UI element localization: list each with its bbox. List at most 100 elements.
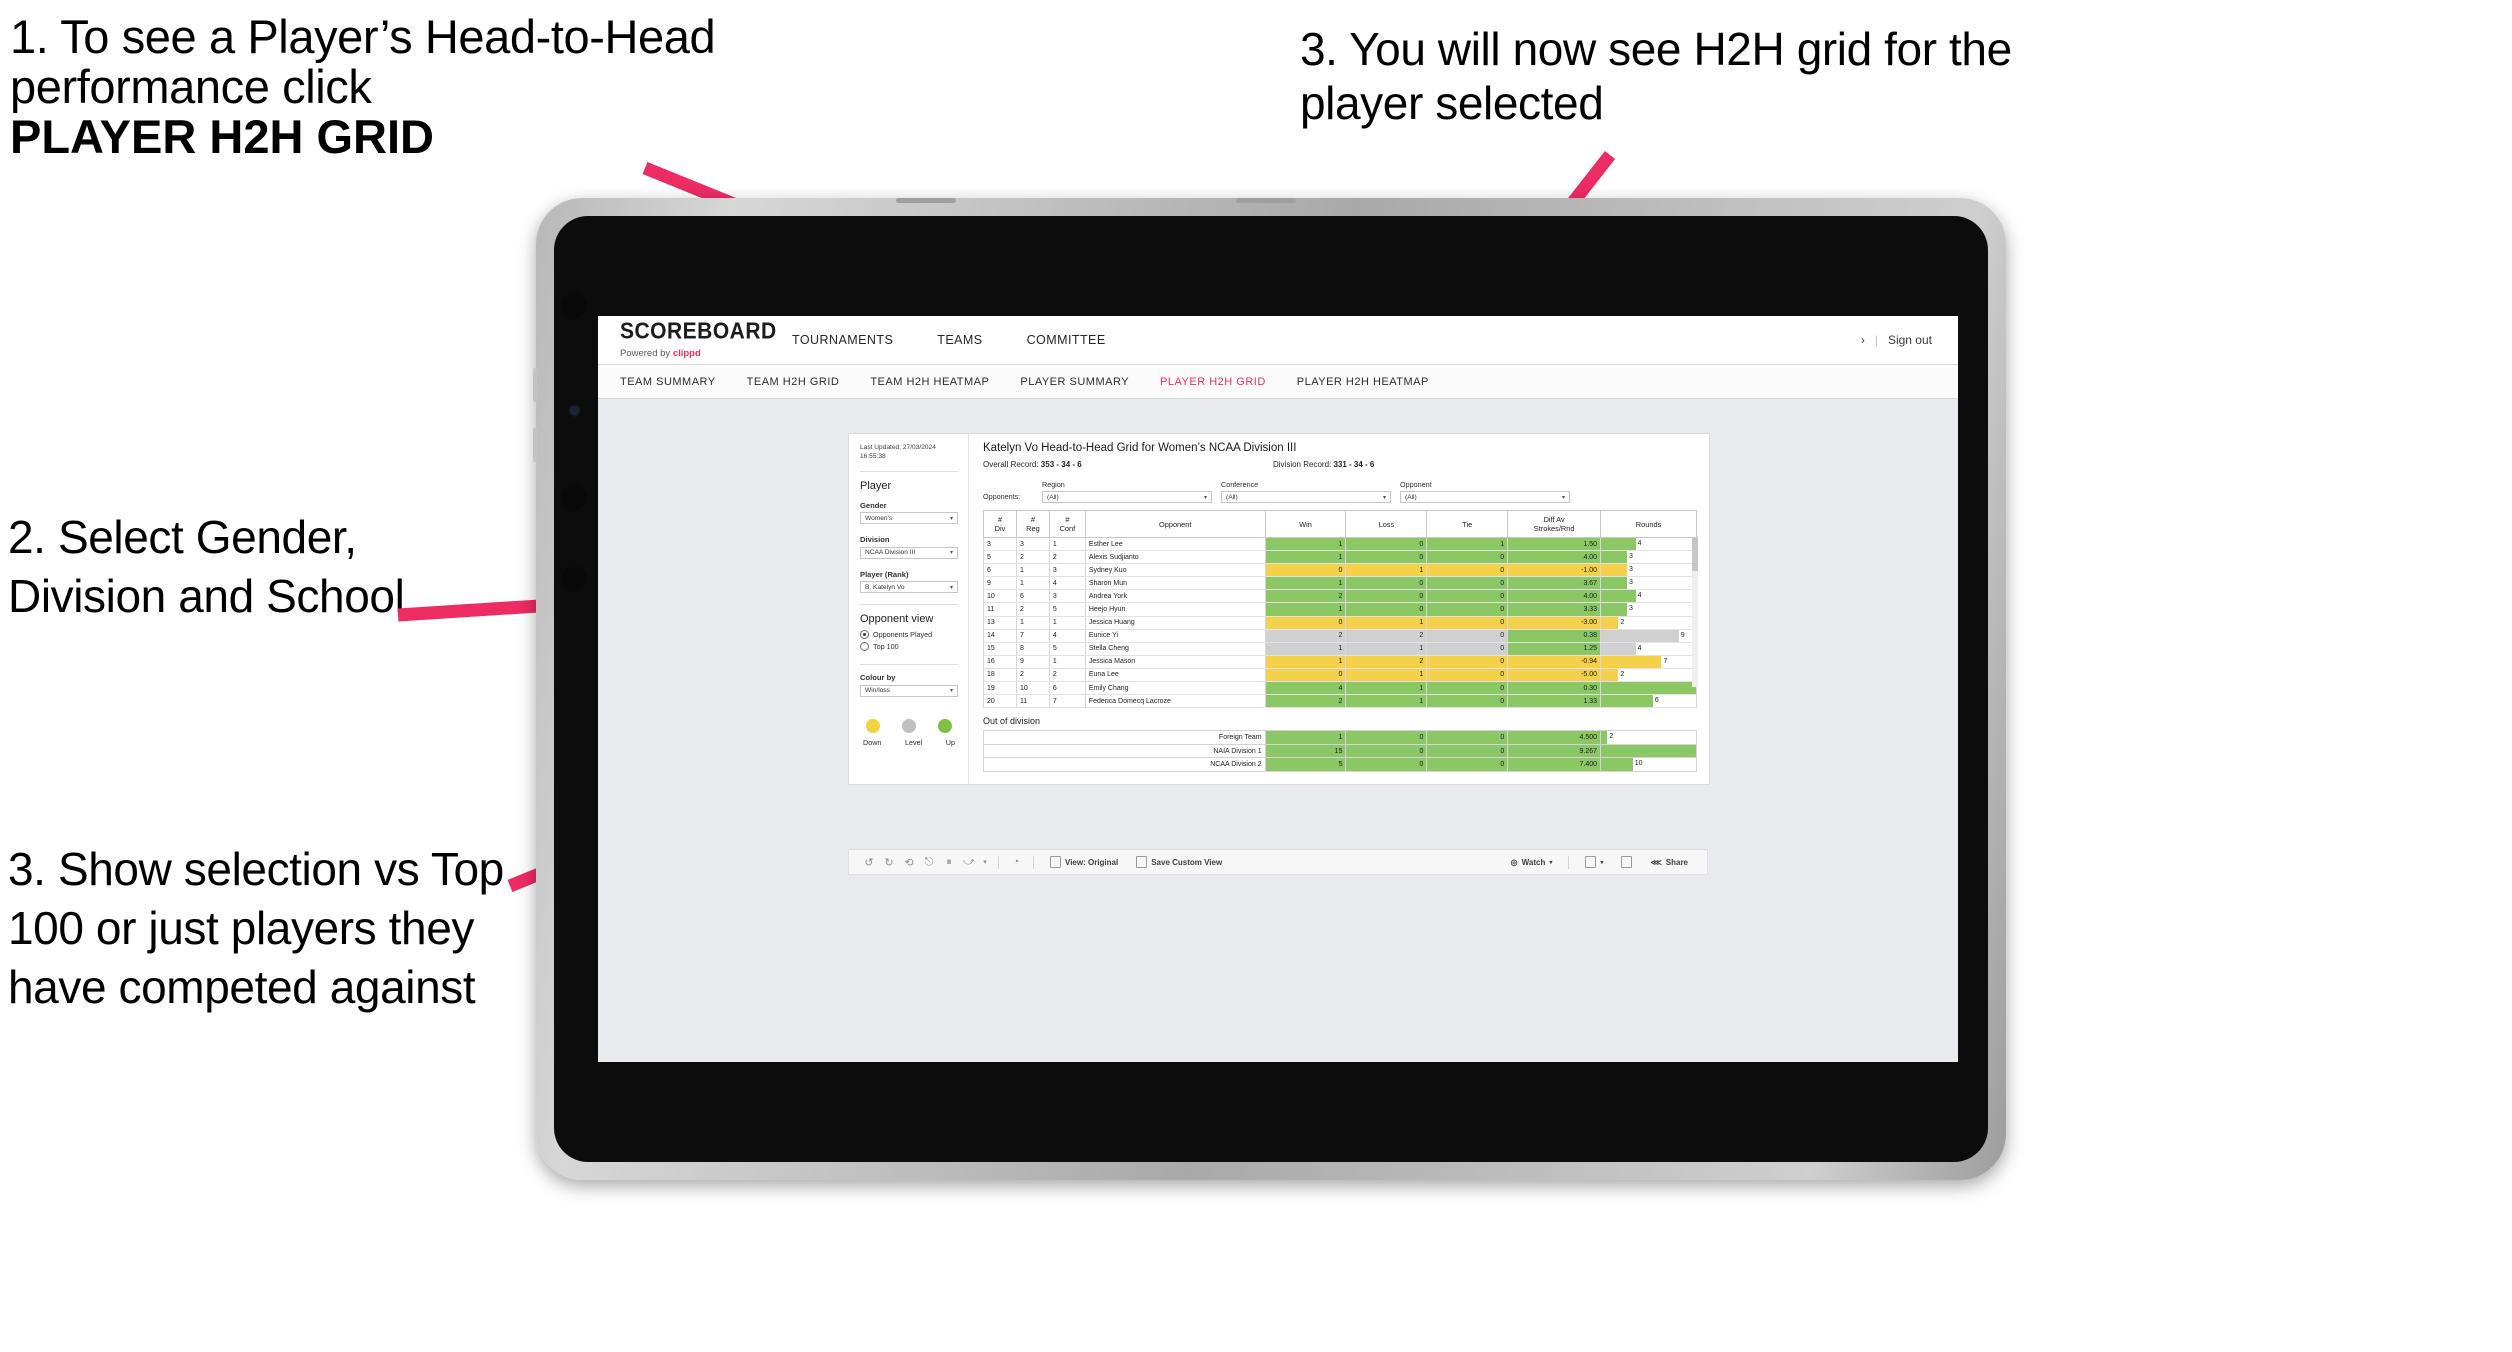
table-row[interactable]: 14 7 4 Eunice Yi 2 2 0 0.38 9 — [983, 629, 1697, 643]
redo-icon[interactable]: ↻ — [879, 849, 899, 875]
cell: -5.00 — [1507, 668, 1602, 683]
nav-teams[interactable]: TEAMS — [915, 316, 1004, 364]
share-icon: ⋘ — [1650, 857, 1662, 867]
rounds-bar-cell: 4 — [1600, 642, 1697, 656]
out-of-division-row[interactable]: NAIA Division 115009.26730 — [983, 743, 1697, 759]
legend-swatch-down — [866, 718, 880, 733]
column-header-4: Win — [1264, 510, 1347, 538]
sign-out-button[interactable]: Sign out — [1888, 333, 1932, 347]
table-row[interactable]: 3 3 1 Esther Lee 1 0 1 1.50 4 — [983, 537, 1697, 552]
chevron-down-icon[interactable]: ▾ — [979, 849, 991, 875]
cell: 3 — [1048, 589, 1086, 604]
filter-section-player-title: Player — [860, 479, 892, 492]
column-header-3: Opponent — [1084, 510, 1266, 538]
table-row[interactable]: 18 2 2 Euna Lee 0 1 0 -5.00 2 — [983, 668, 1697, 683]
undo-icon[interactable]: ↺ — [859, 849, 879, 875]
player-rank-select[interactable]: B. Katelyn Vo ▾ — [860, 581, 958, 594]
download-button[interactable]: ▾ — [1576, 856, 1612, 868]
colour-legend-labels: Down Level Up — [860, 738, 958, 747]
table-row[interactable]: 9 1 4 Sharon Mun 1 0 0 3.67 3 — [983, 576, 1697, 591]
table-row[interactable]: 19106Emily Chang4100.3011 — [983, 681, 1697, 696]
region-value: (All) — [1047, 493, 1059, 501]
table-row[interactable]: 20 11 7 Federica Domecq Lacroze 2 1 0 1.33 6 — [983, 694, 1697, 709]
table-scrollbar[interactable] — [1692, 537, 1698, 687]
conference-value: (All) — [1226, 493, 1238, 501]
rounds-bar-cell: 3 — [1600, 563, 1697, 578]
cell: 1 — [1048, 616, 1086, 630]
legend-label-up: Up — [945, 737, 955, 747]
chevron-down-icon: ▾ — [1203, 494, 1207, 501]
rounds-bar-cell: 2 — [1600, 668, 1697, 683]
cell: 3 — [983, 537, 1017, 552]
region-select[interactable]: (All) ▾ — [1042, 491, 1212, 503]
watch-label: Watch — [1521, 857, 1546, 867]
cell: 1 — [1345, 642, 1428, 656]
tab-team-h2h-heatmap[interactable]: TEAM H2H HEATMAP — [870, 376, 989, 388]
radio-top-100[interactable]: Top 100 — [860, 642, 958, 652]
table-row[interactable]: 15 8 5 Stella Cheng 1 1 0 1.25 4 — [983, 642, 1697, 656]
gender-select[interactable]: Women's ▾ — [860, 512, 958, 525]
table-row[interactable]: 5 2 2 Alexis Sudjianto 1 0 0 4.00 3 — [983, 550, 1697, 565]
alerts-icon[interactable]: ◔ — [1006, 849, 1026, 875]
app-top-navigation-bar: SCOREBOARD Powered by clippd TOURNAMENTS… — [598, 316, 1958, 365]
radio-opponents-played[interactable]: Opponents Played — [860, 630, 958, 640]
pause-icon[interactable]: ⏸ — [939, 849, 959, 875]
cell: 0 — [1426, 730, 1509, 745]
cell: Euna Lee — [1084, 668, 1266, 683]
cell: NCAA Division 2 — [983, 757, 1266, 772]
cell: 11 — [983, 602, 1017, 617]
powered-by-text: Powered by — [620, 347, 673, 359]
refresh-icon[interactable]: ⎋ — [919, 849, 939, 875]
nav-committee[interactable]: COMMITTEE — [1005, 316, 1128, 364]
tab-player-h2h-heatmap[interactable]: PLAYER H2H HEATMAP — [1297, 376, 1429, 388]
cell: 0 — [1426, 743, 1509, 759]
column-header-8: Rounds — [1600, 510, 1697, 538]
device-layout-button[interactable] — [1612, 856, 1641, 868]
brand-logo[interactable]: SCOREBOARD Powered by clippd — [598, 319, 776, 359]
column-header-7: Diff Av Strokes/Rnd — [1507, 510, 1602, 538]
table-body: 3 3 1 Esther Lee 1 0 1 1.50 4 5 2 2 Alexis Sudjianto… — [983, 537, 1697, 709]
redo-arrow-icon[interactable]: ⤻ — [959, 849, 979, 875]
table-row[interactable]: 13 1 1 Jessica Huang 0 1 0 -3.00 2 — [983, 616, 1697, 630]
tablet-device-frame: SCOREBOARD Powered by clippd TOURNAMENTS… — [533, 198, 2006, 1180]
table-row[interactable]: 16 9 1 Jessica Mason 1 2 0 -0.94 7 — [983, 655, 1697, 669]
tab-team-h2h-grid[interactable]: TEAM H2H GRID — [747, 376, 840, 388]
table-row[interactable]: 11 2 5 Heejo Hyun 1 0 0 3.33 3 — [983, 602, 1697, 617]
save-custom-view-button[interactable]: Save Custom View — [1127, 856, 1231, 868]
table-row[interactable]: 6 1 3 Sydney Kuo 0 1 0 -1.00 3 — [983, 563, 1697, 578]
player-rank-label: Player (Rank) — [860, 569, 909, 579]
cell: 2 — [1048, 668, 1086, 683]
opponent-view-title: Opponent view — [860, 613, 934, 626]
chevron-right-icon[interactable]: › — [1861, 333, 1865, 347]
out-of-division-row[interactable]: Foreign Team 1 0 0 4.500 2 — [983, 730, 1697, 745]
conference-select[interactable]: (All) ▾ — [1221, 491, 1391, 503]
share-button[interactable]: ⋘ Share — [1641, 858, 1697, 867]
view-original-button[interactable]: View: Original — [1041, 856, 1127, 868]
page-title: Katelyn Vo Head-to-Head Grid for Women’s… — [983, 442, 1297, 454]
rounds-bar-cell: 6 — [1600, 694, 1697, 709]
cell: 0 — [1345, 576, 1428, 591]
radio-icon — [860, 642, 869, 652]
legend-label-level: Level — [905, 737, 923, 747]
rounds-bar-cell: 2 — [1600, 730, 1697, 745]
cell: 7.400 — [1507, 757, 1602, 772]
watch-button[interactable]: ◎ Watch ▾ — [1502, 858, 1562, 867]
tab-team-summary[interactable]: TEAM SUMMARY — [620, 376, 716, 388]
cell: 2 — [1015, 602, 1050, 617]
revert-icon[interactable]: ⟲ — [899, 849, 919, 875]
cell: 1 — [1048, 655, 1086, 669]
out-of-division-row[interactable]: NCAA Division 2 5 0 0 7.400 10 — [983, 757, 1697, 772]
opponent-select[interactable]: (All) ▾ — [1400, 491, 1570, 503]
out-of-division-body: Foreign Team 1 0 0 4.500 2 NAIA Division 1 15 0 0… — [983, 730, 1697, 772]
cell: 11 — [1015, 694, 1050, 709]
cell: 0 — [1426, 629, 1509, 643]
division-select[interactable]: NCAA Division III ▾ — [860, 546, 958, 559]
tab-player-summary[interactable]: PLAYER SUMMARY — [1020, 376, 1129, 388]
nav-tournaments[interactable]: TOURNAMENTS — [770, 316, 915, 364]
table-row[interactable]: 10 6 3 Andrea York 2 0 0 4.00 4 — [983, 589, 1697, 604]
cell: 0 — [1426, 642, 1509, 656]
tablet-volume-button-2[interactable] — [533, 428, 537, 462]
tab-player-h2h-grid[interactable]: PLAYER H2H GRID — [1160, 376, 1266, 388]
colour-by-select[interactable]: Win/loss ▾ — [860, 684, 958, 697]
tablet-volume-button[interactable] — [533, 368, 537, 402]
